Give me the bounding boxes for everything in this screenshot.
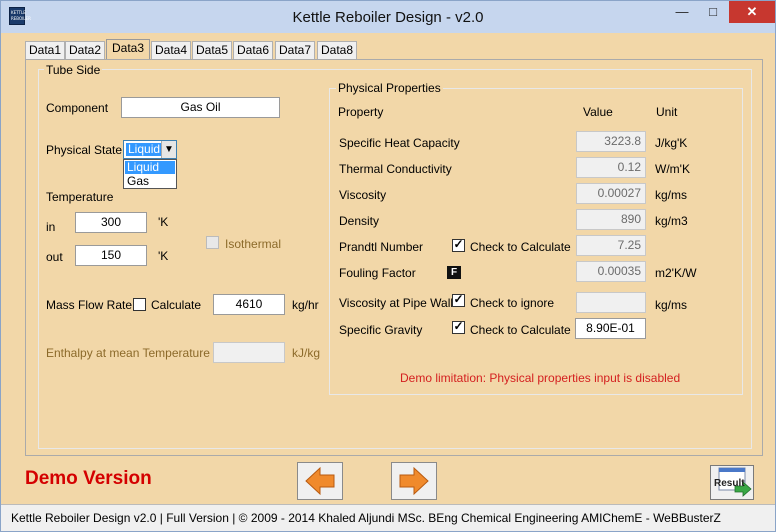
mass-flow-unit: kg/hr — [292, 298, 319, 312]
result-label: Result — [714, 478, 745, 489]
demo-limitation-note: Demo limitation: Physical properties inp… — [400, 371, 681, 385]
status-text: Kettle Reboiler Design v2.0 | Full Versi… — [11, 511, 721, 525]
prandtl-calculate-label: Check to Calculate — [470, 240, 571, 254]
prop-value-viscosity-wall[interactable] — [576, 292, 646, 313]
prop-label-density: Density — [339, 214, 380, 228]
isothermal-label: Isothermal — [225, 237, 282, 251]
specific-gravity-calculate-checkbox[interactable]: ✓ — [452, 319, 465, 334]
prop-unit-thermal-conductivity: W/m'K — [655, 162, 690, 176]
prop-unit-density: kg/m3 — [655, 214, 688, 228]
viscosity-wall-ignore-label: Check to ignore — [470, 296, 555, 310]
temp-in-label: in — [46, 220, 56, 234]
tab-data4[interactable]: Data4 — [151, 41, 191, 59]
physical-state-dropdown: Liquid Gas — [123, 159, 177, 189]
isothermal-checkbox[interactable] — [206, 236, 219, 249]
temp-out-field[interactable]: 150 — [75, 245, 147, 266]
specific-gravity-calculate-label: Check to Calculate — [470, 323, 571, 337]
prop-unit-viscosity-wall: kg/ms — [655, 298, 688, 312]
prop-label-prandtl: Prandtl Number — [339, 240, 424, 254]
prop-value-specific-gravity[interactable]: 8.90E-01 — [575, 318, 646, 339]
result-button[interactable]: Result — [710, 465, 754, 500]
next-button[interactable] — [391, 462, 437, 500]
prop-value-density[interactable]: 890 — [576, 209, 646, 230]
prop-label-specific-heat: Specific Heat Capacity — [339, 136, 460, 150]
app-window: KETTLE REBOILER Kettle Reboiler Design -… — [0, 0, 776, 532]
status-bar: Kettle Reboiler Design v2.0 | Full Versi… — [1, 504, 775, 531]
prop-value-viscosity[interactable]: 0.00027 — [576, 183, 646, 204]
prop-value-prandtl[interactable]: 7.25 — [576, 235, 646, 256]
chevron-down-icon[interactable]: ▼ — [161, 141, 176, 158]
temp-out-unit: 'K — [158, 249, 169, 263]
arrow-right-icon — [399, 466, 429, 496]
minimize-button[interactable]: — — [667, 1, 697, 23]
temp-out-label: out — [46, 250, 63, 264]
enthalpy-unit: kJ/kg — [292, 346, 321, 360]
prop-label-thermal-conductivity: Thermal Conductivity — [339, 162, 452, 176]
title-bar: KETTLE REBOILER Kettle Reboiler Design -… — [1, 1, 775, 33]
component-label: Component — [46, 101, 109, 115]
prop-unit-specific-heat: J/kg'K — [655, 136, 688, 150]
physical-state-label: Physical State — [46, 143, 123, 157]
mass-flow-calculate-checkbox[interactable] — [133, 298, 146, 311]
prop-unit-fouling: m2'K/W — [655, 266, 697, 280]
demo-version-label: Demo Version — [25, 468, 152, 489]
tab-data1[interactable]: Data1 — [25, 41, 65, 59]
prop-label-fouling: Fouling Factor — [339, 266, 416, 280]
window-title: Kettle Reboiler Design - v2.0 — [292, 9, 484, 26]
prop-label-specific-gravity: Specific Gravity — [339, 323, 423, 337]
tab-data8[interactable]: Data8 — [317, 41, 357, 59]
prop-value-thermal-conductivity[interactable]: 0.12 — [576, 157, 646, 178]
physical-state-selected: Liquid — [126, 142, 163, 156]
tab-data2[interactable]: Data2 — [65, 41, 105, 59]
physical-properties-title: Physical Properties — [336, 81, 443, 95]
viscosity-wall-ignore-checkbox[interactable]: ✓ — [452, 292, 465, 307]
header-property: Property — [338, 105, 384, 119]
mass-flow-calculate-label: Calculate — [151, 298, 202, 312]
temperature-label: Temperature — [46, 190, 114, 204]
dropdown-option-gas[interactable]: Gas — [125, 175, 175, 188]
enthalpy-field[interactable] — [213, 342, 285, 363]
prop-label-viscosity-wall: Viscosity at Pipe Wall — [339, 296, 454, 310]
header-unit: Unit — [656, 105, 678, 119]
prop-unit-viscosity: kg/ms — [655, 188, 688, 202]
tab-data6[interactable]: Data6 — [233, 41, 273, 59]
prop-value-fouling[interactable]: 0.00035 — [576, 261, 646, 282]
prop-label-viscosity: Viscosity — [339, 188, 387, 202]
component-field[interactable]: Gas Oil — [121, 97, 280, 118]
physical-state-select[interactable]: Liquid ▼ — [123, 140, 177, 159]
fouling-factor-icon[interactable]: F — [447, 266, 461, 279]
maximize-button[interactable]: □ — [698, 1, 728, 23]
tube-side-title: Tube Side — [44, 63, 103, 77]
enthalpy-label: Enthalpy at mean Temperature — [46, 346, 210, 360]
prop-value-specific-heat[interactable]: 3223.8 — [576, 131, 646, 152]
close-button[interactable]: ✕ — [729, 1, 775, 23]
prandtl-calculate-checkbox[interactable]: ✓ — [452, 237, 465, 252]
mass-flow-field[interactable]: 4610 — [213, 294, 285, 315]
temp-in-field[interactable]: 300 — [75, 212, 147, 233]
temp-in-unit: 'K — [158, 215, 169, 229]
dropdown-option-liquid[interactable]: Liquid — [125, 161, 175, 174]
header-value: Value — [583, 105, 613, 119]
tab-data7[interactable]: Data7 — [275, 41, 315, 59]
mass-flow-label: Mass Flow Rate — [46, 298, 133, 312]
arrow-left-icon — [305, 466, 335, 496]
previous-button[interactable] — [297, 462, 343, 500]
tab-data5[interactable]: Data5 — [192, 41, 232, 59]
tab-data3[interactable]: Data3 — [106, 39, 150, 60]
